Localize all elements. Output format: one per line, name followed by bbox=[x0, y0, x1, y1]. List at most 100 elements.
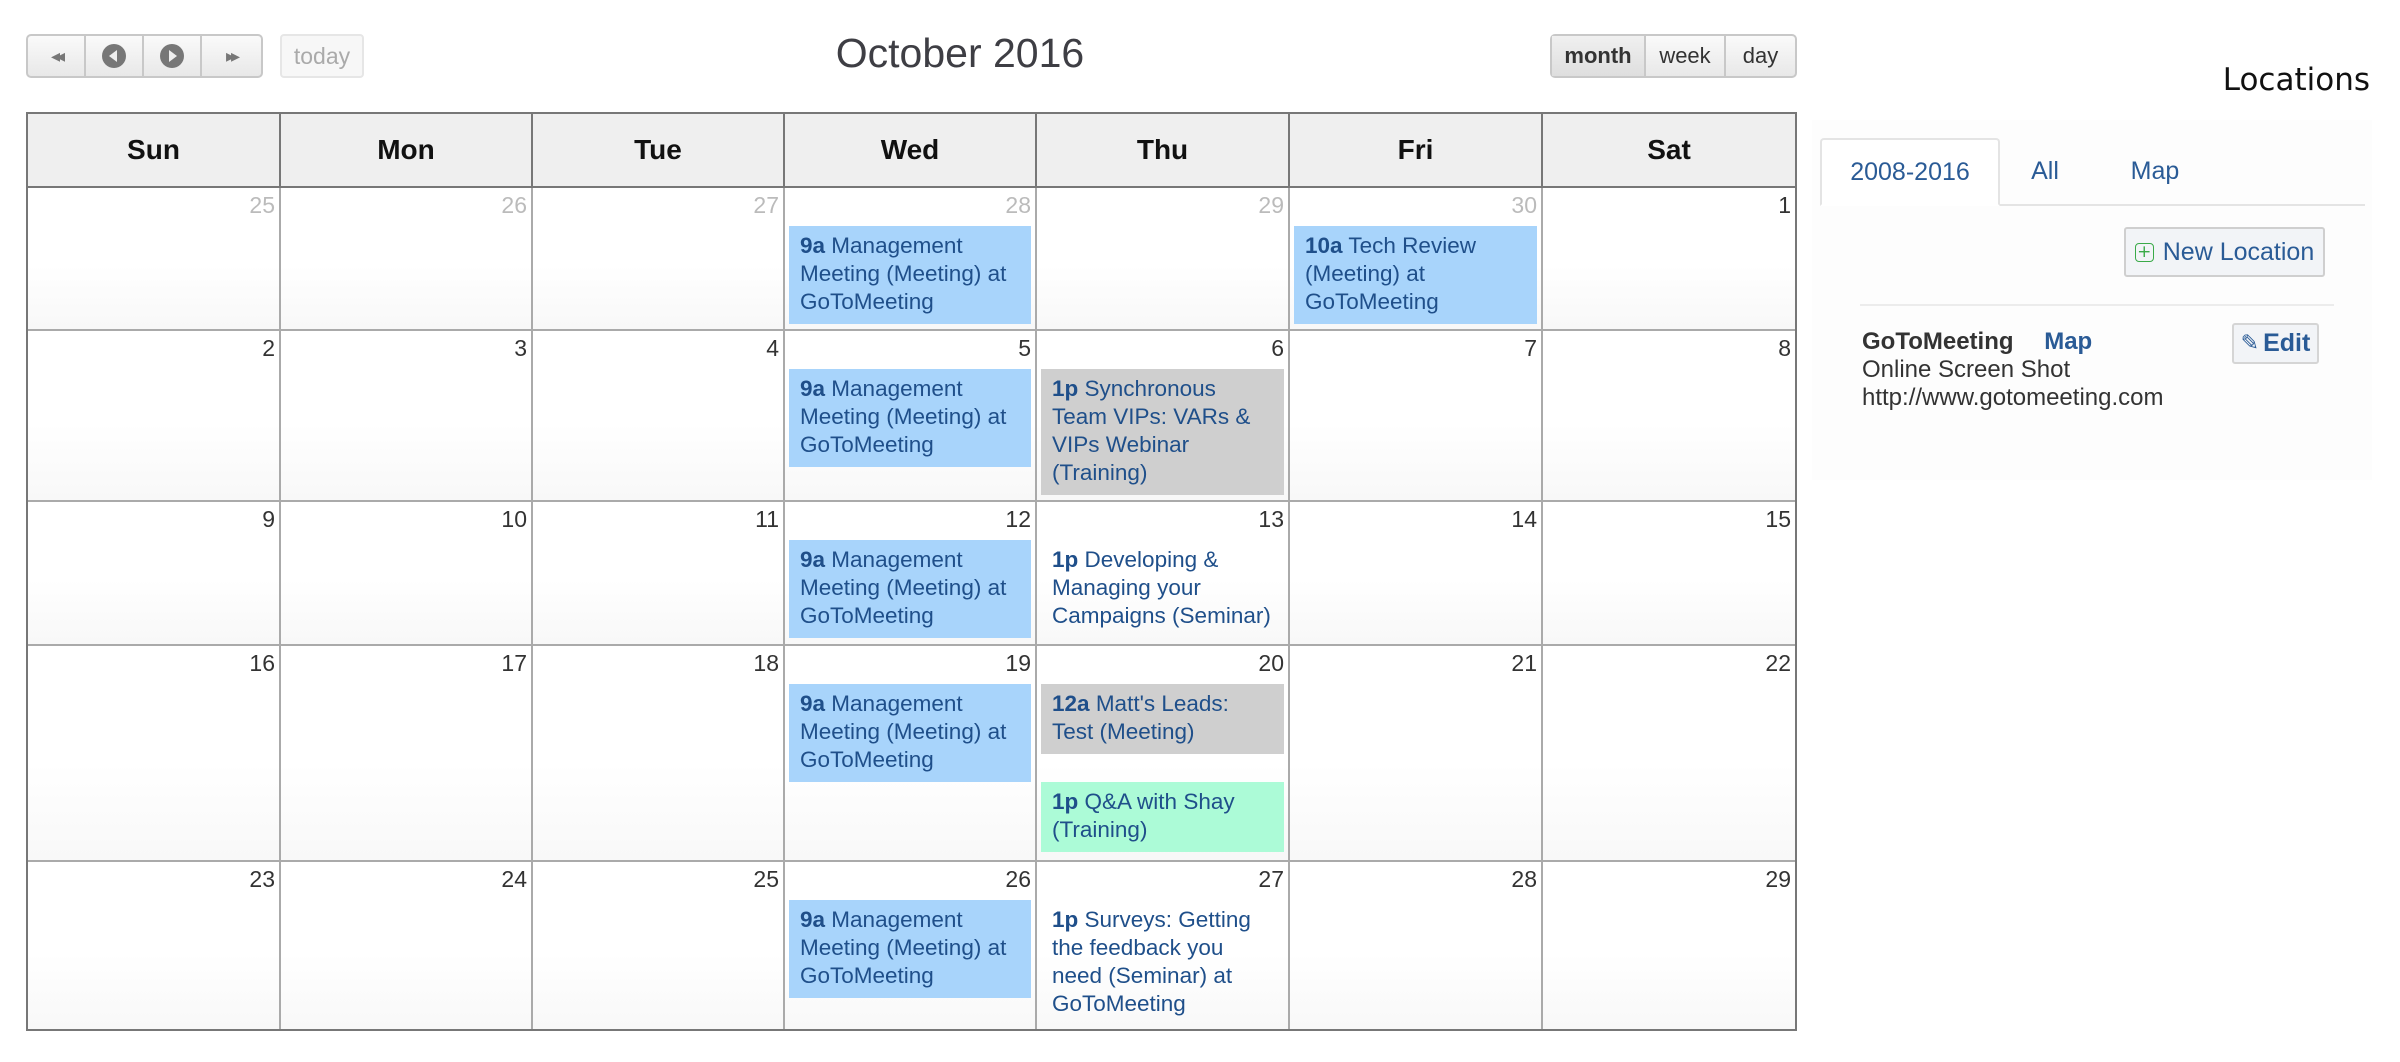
tab-all[interactable]: All bbox=[2000, 138, 2090, 204]
day-cell[interactable]: 4 bbox=[533, 331, 785, 500]
event-title: Developing & Managing your Campaigns (Se… bbox=[1052, 547, 1271, 628]
day-cell[interactable]: 2 bbox=[28, 331, 281, 500]
calendar-weeks: 25 26 27 28 9a Management Meeting (Meeting) … bbox=[28, 188, 1795, 1029]
calendar-event[interactable]: 1p Synchronous Team VIPs: VARs & VIPs We… bbox=[1041, 369, 1284, 495]
day-cell[interactable]: 19 9a Management Meeting (Meeting) at GoT… bbox=[785, 646, 1037, 860]
day-cell[interactable]: 21 bbox=[1290, 646, 1543, 860]
event-time: 9a bbox=[800, 547, 826, 572]
location-name: GoToMeeting bbox=[1862, 328, 2014, 355]
day-cell[interactable]: 25 bbox=[533, 862, 785, 1029]
location-map-link[interactable]: Map bbox=[2044, 328, 2092, 355]
weekday-header-sun: Sun bbox=[28, 114, 281, 186]
event-time: 9a bbox=[800, 691, 826, 716]
locations-panel: 2008-2016 All Map + New Location bbox=[1812, 120, 2372, 480]
calendar-event[interactable]: 1p Q&A with Shay (Training) bbox=[1041, 782, 1284, 852]
day-number: 28 bbox=[1005, 192, 1031, 218]
week-row: 25 26 27 28 9a Management Meeting (Meeting) … bbox=[28, 188, 1795, 331]
day-number: 25 bbox=[249, 192, 275, 218]
day-number: 2 bbox=[262, 335, 275, 361]
calendar-event[interactable]: 10a Tech Review (Meeting) at GoToMeeting bbox=[1294, 226, 1537, 324]
calendar-event[interactable]: 9a Management Meeting (Meeting) at GoToM… bbox=[789, 369, 1031, 467]
week-view-button[interactable]: week bbox=[1646, 36, 1726, 76]
day-number: 29 bbox=[1258, 192, 1284, 218]
day-number: 6 bbox=[1271, 335, 1284, 361]
calendar-event[interactable]: 9a Management Meeting (Meeting) at GoToM… bbox=[789, 684, 1031, 782]
month-view-button[interactable]: month bbox=[1552, 36, 1646, 76]
day-cell[interactable]: 23 bbox=[28, 862, 281, 1029]
day-cell[interactable]: 9 bbox=[28, 502, 281, 644]
calendar-event[interactable]: 1p Developing & Managing your Campaigns … bbox=[1041, 540, 1284, 638]
day-cell[interactable]: 7 bbox=[1290, 331, 1543, 500]
calendar-event[interactable]: 9a Management Meeting (Meeting) at GoToM… bbox=[789, 540, 1031, 638]
day-cell[interactable]: 20 12a Matt's Leads: Test (Meeting) 1p Q&A… bbox=[1037, 646, 1290, 860]
day-number: 23 bbox=[249, 866, 275, 892]
week-row: 9 10 11 12 9a Management Meeting (Meeting) a… bbox=[28, 502, 1795, 646]
new-location-button[interactable]: + New Location bbox=[2124, 227, 2325, 277]
day-cell[interactable]: 16 bbox=[28, 646, 281, 860]
day-cell[interactable]: 25 bbox=[28, 188, 281, 329]
day-number: 30 bbox=[1511, 192, 1537, 218]
weekday-header-sat: Sat bbox=[1647, 134, 1691, 165]
day-number: 17 bbox=[501, 650, 527, 676]
day-cell[interactable]: 5 9a Management Meeting (Meeting) at GoTo… bbox=[785, 331, 1037, 500]
day-cell[interactable]: 10 bbox=[281, 502, 533, 644]
day-cell[interactable]: 13 1p Developing & Managing your Campaign… bbox=[1037, 502, 1290, 644]
weekday-header-fri: Fri bbox=[1290, 114, 1543, 186]
day-cell[interactable]: 22 bbox=[1543, 646, 1795, 860]
event-title: Surveys: Getting the feedback you need (… bbox=[1052, 907, 1251, 1016]
day-number: 29 bbox=[1765, 866, 1791, 892]
day-number: 15 bbox=[1765, 506, 1791, 532]
day-cell[interactable]: 29 bbox=[1543, 862, 1795, 1029]
event-time: 10a bbox=[1305, 233, 1343, 258]
event-time: 9a bbox=[800, 907, 826, 932]
calendar-event[interactable]: 1p Surveys: Getting the feedback you nee… bbox=[1041, 900, 1284, 1026]
day-cell[interactable]: 14 bbox=[1290, 502, 1543, 644]
day-number: 12 bbox=[1005, 506, 1031, 532]
calendar-event[interactable]: 9a Management Meeting (Meeting) at GoToM… bbox=[789, 226, 1031, 324]
weekday-header-mon: Mon bbox=[281, 114, 533, 186]
day-cell[interactable]: 26 bbox=[281, 188, 533, 329]
new-location-label: New Location bbox=[2162, 237, 2315, 266]
day-cell[interactable]: 18 bbox=[533, 646, 785, 860]
edit-location-button[interactable]: ✎ Edit bbox=[2232, 323, 2319, 364]
event-title: Management Meeting (Meeting) at GoToMeet… bbox=[800, 376, 1007, 457]
day-number: 16 bbox=[249, 650, 275, 676]
day-cell[interactable]: 17 bbox=[281, 646, 533, 860]
day-cell[interactable]: 6 1p Synchronous Team VIPs: VARs & VIPs W… bbox=[1037, 331, 1290, 500]
day-cell[interactable]: 29 bbox=[1037, 188, 1290, 329]
day-cell[interactable]: 3 bbox=[281, 331, 533, 500]
tab-2008-2016[interactable]: 2008-2016 bbox=[1820, 138, 2000, 206]
weekday-header-tue: Tue bbox=[533, 114, 785, 186]
day-cell[interactable]: 24 bbox=[281, 862, 533, 1029]
day-cell[interactable]: 26 9a Management Meeting (Meeting) at GoT… bbox=[785, 862, 1037, 1029]
day-number: 4 bbox=[766, 335, 779, 361]
day-number: 19 bbox=[1005, 650, 1031, 676]
week-row: 23 24 25 26 9a Management Meeting (Meeting) … bbox=[28, 862, 1795, 1029]
day-number: 28 bbox=[1511, 866, 1537, 892]
week-row: 2 3 4 5 9a Management Meeting (Meeting) at G… bbox=[28, 331, 1795, 502]
day-view-button[interactable]: day bbox=[1726, 36, 1795, 76]
calendar-event[interactable]: 9a Management Meeting (Meeting) at GoToM… bbox=[789, 900, 1031, 998]
day-cell[interactable]: 28 bbox=[1290, 862, 1543, 1029]
tab-map[interactable]: Map bbox=[2090, 138, 2220, 204]
day-cell[interactable]: 1 bbox=[1543, 188, 1795, 329]
day-number: 20 bbox=[1258, 650, 1284, 676]
day-number: 22 bbox=[1765, 650, 1791, 676]
calendar-event[interactable]: 12a Matt's Leads: Test (Meeting) bbox=[1041, 684, 1284, 754]
day-number: 25 bbox=[753, 866, 779, 892]
day-cell[interactable]: 27 1p Surveys: Getting the feedback you n… bbox=[1037, 862, 1290, 1029]
weekday-header-row: Sun Mon Tue Wed Thu Fri Sat bbox=[28, 114, 1795, 188]
day-cell[interactable]: 11 bbox=[533, 502, 785, 644]
event-time: 1p bbox=[1052, 907, 1079, 932]
day-cell[interactable]: 15 bbox=[1543, 502, 1795, 644]
week-row: 16 17 18 19 9a Management Meeting (Meeting) … bbox=[28, 646, 1795, 862]
day-number: 9 bbox=[262, 506, 275, 532]
day-cell[interactable]: 28 9a Management Meeting (Meeting) at GoT… bbox=[785, 188, 1037, 329]
plus-icon: + bbox=[2134, 242, 2154, 262]
day-cell[interactable]: 30 10a Tech Review (Meeting) at GoToMeeti… bbox=[1290, 188, 1543, 329]
event-title: Management Meeting (Meeting) at GoToMeet… bbox=[800, 691, 1007, 772]
day-cell[interactable]: 27 bbox=[533, 188, 785, 329]
event-title: Synchronous Team VIPs: VARs & VIPs Webin… bbox=[1052, 376, 1251, 485]
day-cell[interactable]: 8 bbox=[1543, 331, 1795, 500]
day-cell[interactable]: 12 9a Management Meeting (Meeting) at GoT… bbox=[785, 502, 1037, 644]
